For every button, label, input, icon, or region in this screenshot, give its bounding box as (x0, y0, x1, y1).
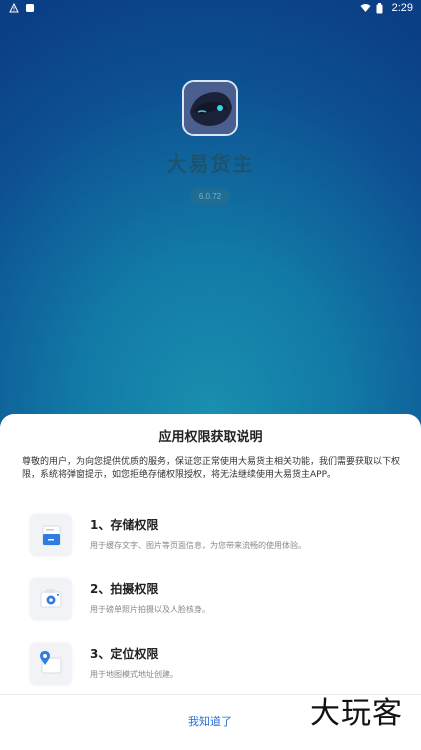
status-bar: 2:29 (0, 0, 421, 18)
confirm-button[interactable]: 我知道了 (150, 710, 270, 734)
permission-item-location: 3、定位权限 用于地图模式地址创建。 (30, 643, 390, 687)
warning-icon (9, 2, 19, 13)
dialog-title: 应用权限获取说明 (158, 430, 263, 445)
app-name: 大易货主 (166, 152, 255, 176)
permission-item-storage: 1、存储权限 用于缓存文字、图片等页面信息，为您带来流畅的使用体验。 (30, 514, 390, 558)
dialog-intro: 尊敬的用户，为向您提供优质的服务，保证您正常使用大易货主相关功能，我们需要获取以… (22, 457, 401, 480)
permission-title: 3、定位权限 (90, 647, 159, 661)
version-badge: 6.0.72 (190, 188, 230, 206)
permission-desc: 用于缓存文字、图片等页面信息，为您带来流畅的使用体验。 (90, 541, 306, 550)
battery-icon (376, 3, 386, 14)
camera-icon (30, 578, 72, 620)
watermark-logo: 大玩客 (310, 696, 403, 731)
permission-title: 1、存储权限 (90, 518, 159, 532)
wifi-icon (360, 3, 371, 13)
clock-time: 2:29 (391, 2, 413, 14)
app-logo-icon (182, 80, 238, 136)
permission-desc: 用于磅单照片拍摄以及人脸核身。 (90, 605, 210, 614)
location-icon (30, 643, 72, 685)
storage-icon (30, 514, 72, 556)
notification-icon (25, 3, 35, 13)
permission-item-camera: 2、拍摄权限 用于磅单照片拍摄以及人脸核身。 (30, 578, 390, 622)
permission-title: 2、拍摄权限 (90, 582, 159, 596)
permission-desc: 用于地图模式地址创建。 (90, 670, 178, 679)
